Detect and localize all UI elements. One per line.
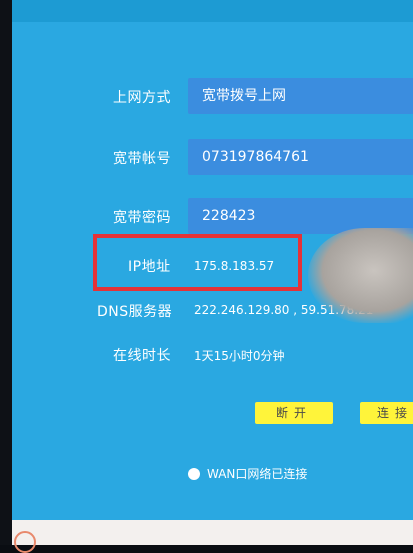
password-input[interactable]: 228423	[188, 198, 413, 234]
account-label: 宽带帐号	[113, 151, 171, 167]
connect-button[interactable]: 连接	[360, 402, 413, 424]
uptime-value: 1天15小时0分钟	[194, 349, 285, 363]
disconnect-button[interactable]: 断开	[255, 402, 333, 424]
bottom-bar	[12, 520, 413, 545]
router-settings-screen: 上网方式 宽带拨号上网 宽带帐号 073197864761 宽带密码 22842…	[12, 0, 413, 545]
password-label: 宽带密码	[113, 210, 171, 226]
uptime-label: 在线时长	[113, 348, 171, 364]
top-strip	[12, 0, 413, 22]
dns-label: DNS服务器	[97, 304, 173, 320]
bottom-circle-icon[interactable]	[14, 531, 36, 553]
account-input[interactable]: 073197864761	[188, 139, 413, 175]
connection-type-select[interactable]: 宽带拨号上网	[188, 78, 413, 114]
ip-value: 175.8.183.57	[194, 259, 275, 273]
wan-status-text: WAN口网络已连接	[207, 467, 308, 481]
ip-label: IP地址	[128, 259, 171, 275]
dns-value: 222.246.129.80 , 59.51.78.21	[194, 303, 374, 317]
connection-type-label: 上网方式	[113, 90, 171, 106]
wan-status-dot-icon	[188, 468, 200, 480]
